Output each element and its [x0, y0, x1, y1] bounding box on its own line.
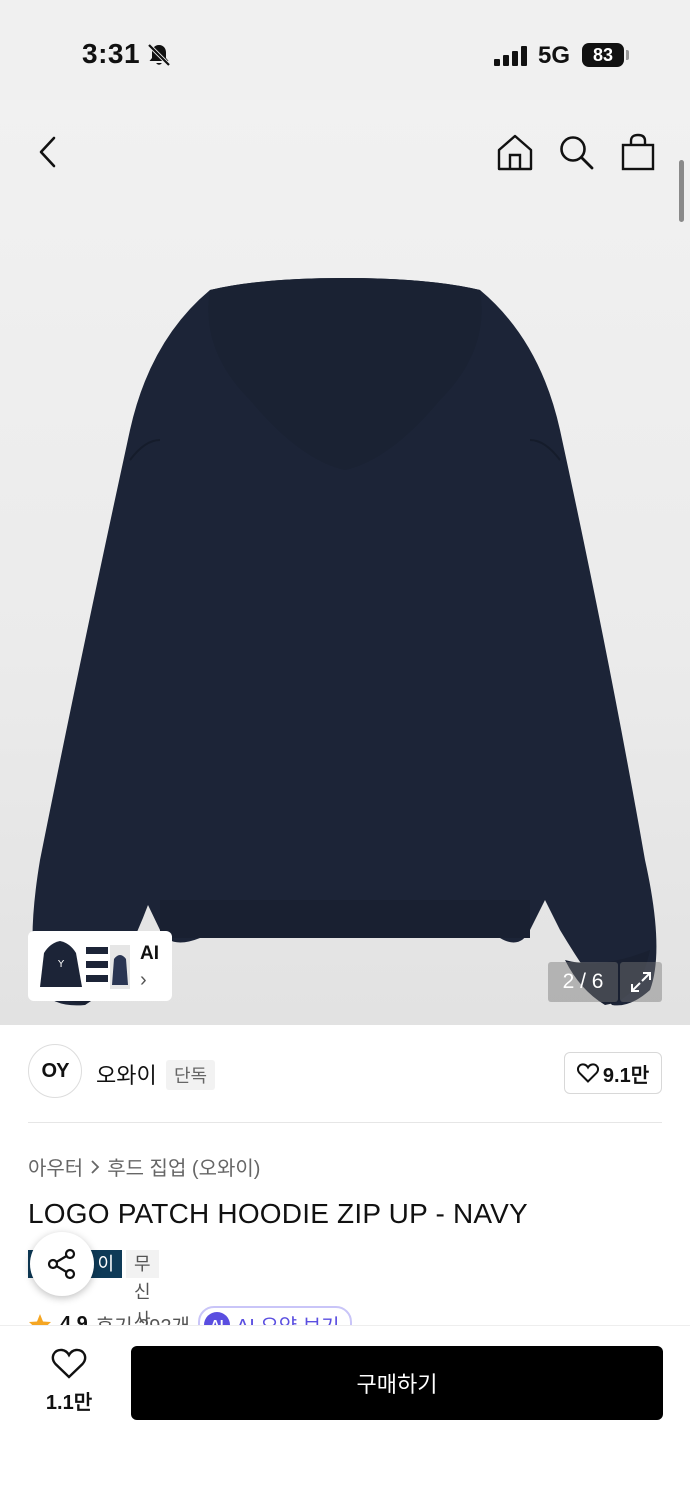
bottom-action-bar: 1.1만 구매하기: [0, 1326, 690, 1500]
svg-text:Y: Y: [57, 959, 65, 970]
musinsa-exclusive-tag: 무신사단독: [126, 1250, 159, 1386]
brand-logo[interactable]: OY: [28, 1044, 82, 1098]
expand-button[interactable]: [620, 962, 662, 1002]
ai-summary-button[interactable]: AI AI 요약 보기: [197, 1306, 352, 1328]
breadcrumb-subcategory[interactable]: 후드 집업 (오와이): [107, 1152, 260, 1181]
brand-like-count: 9.1만: [602, 1064, 650, 1087]
battery-indicator: 83: [582, 43, 624, 67]
network-label: 5G: [538, 42, 571, 69]
buy-button[interactable]: 구매하기: [131, 1346, 663, 1420]
scroll-indicator: [679, 160, 684, 222]
cart-button[interactable]: [616, 130, 660, 174]
heart-icon: [51, 1348, 87, 1379]
brand-row: OY 오와이 단독 9.1만: [28, 1044, 662, 1102]
ai-label: AI: [140, 943, 159, 964]
back-icon: [39, 136, 56, 168]
bell-off-icon: [147, 43, 171, 67]
bag-icon: [621, 133, 655, 171]
search-icon: [560, 136, 594, 170]
rating-row: 4.9 후기 292개 AI AI 요약 보기: [28, 1306, 688, 1328]
image-counter: 2 / 6: [548, 962, 618, 1002]
back-button[interactable]: [26, 130, 70, 174]
chevron-right-icon: [91, 1159, 100, 1174]
thumbnail-images: Y: [32, 937, 130, 995]
ai-thumbnail-strip[interactable]: Y AI ›: [28, 931, 172, 1001]
brand-name[interactable]: 오와이: [96, 1058, 157, 1090]
status-bar: 3:31 5G 83: [0, 0, 690, 100]
home-button[interactable]: [493, 130, 537, 174]
expand-icon: [631, 972, 651, 992]
signal-icon: [494, 46, 527, 66]
product-gallery[interactable]: Y AI › 2 / 6: [0, 100, 690, 1025]
share-icon: [47, 1248, 76, 1280]
home-icon: [497, 134, 533, 171]
breadcrumb: 아우터 후드 집업 (오와이): [28, 1152, 260, 1181]
chevron-right-icon: ›: [140, 969, 147, 991]
wishlist-button[interactable]: 1.1만: [38, 1348, 100, 1422]
exclusive-badge: 단독: [166, 1060, 216, 1090]
breadcrumb-category[interactable]: 아우터: [28, 1152, 83, 1181]
status-time: 3:31: [82, 38, 141, 69]
divider: [28, 1122, 662, 1123]
wishlist-count: 1.1만: [45, 1392, 93, 1414]
product-image: [32, 278, 657, 1006]
product-title: LOGO PATCH HOODIE ZIP UP - NAVY: [28, 1198, 528, 1229]
heart-icon: [576, 1063, 599, 1083]
battery-cap: [626, 50, 629, 60]
brand-like-button[interactable]: 9.1만: [564, 1052, 662, 1094]
share-button[interactable]: [30, 1232, 94, 1296]
search-button[interactable]: [554, 130, 598, 174]
